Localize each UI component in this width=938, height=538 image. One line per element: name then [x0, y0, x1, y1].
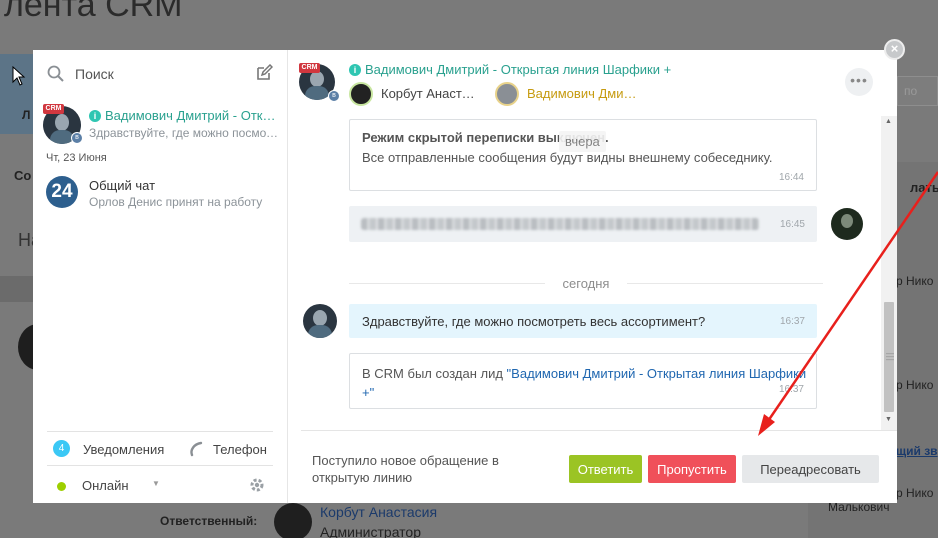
- responsible-role: Администратор: [320, 524, 422, 538]
- chat-title: i Вадимович Дмитрий - Открытая линия Шарф…: [89, 108, 279, 123]
- chat-header-title-text: Вадимович Дмитрий - Открытая линия Шарфи…: [365, 62, 672, 77]
- incoming-message: Здравствуйте, где можно посмотреть весь …: [349, 304, 817, 338]
- operator-avatar: [831, 208, 863, 240]
- chat-title: Общий чат: [89, 178, 156, 193]
- date-separator: Чт, 23 Июня: [46, 152, 107, 164]
- vk-icon: в: [328, 90, 340, 102]
- system-message-text: В CRM был создан лид "Вадимович Дмитрий …: [362, 364, 812, 402]
- message-list: Режим скрытой переписки выключен. Все от…: [289, 116, 897, 430]
- date-separator-label: сегодня: [562, 276, 610, 291]
- scroll-down-arrow-icon[interactable]: ▼: [885, 416, 892, 423]
- system-message: В CRM был создан лид "Вадимович Дмитрий …: [349, 353, 817, 409]
- info-icon: i: [349, 64, 361, 76]
- participant-name: Корбут Анастасия: [381, 86, 481, 101]
- chat-title-text: Вадимович Дмитрий - Открытая линия Шарфи…: [105, 108, 279, 123]
- responsible-label: Ответственный:: [160, 514, 258, 528]
- chat-list-item[interactable]: CRM в i Вадимович Дмитрий - Открытая лини…: [33, 104, 288, 148]
- notifications-link[interactable]: Уведомления: [83, 442, 164, 457]
- scroll-up-arrow-icon[interactable]: ▲: [885, 118, 892, 125]
- page-title: лента CRM: [4, 0, 183, 24]
- more-options-button[interactable]: •••: [845, 68, 873, 96]
- gear-icon[interactable]: [249, 477, 265, 493]
- message-time: 16:44: [778, 172, 804, 183]
- general-chat-avatar: 24: [46, 176, 78, 208]
- date-separator: сегодня: [349, 274, 823, 294]
- online-status-dot: [57, 482, 66, 491]
- responsible-avatar: [274, 503, 312, 538]
- status-selector[interactable]: Онлайн: [82, 478, 129, 493]
- mouse-cursor-icon: [12, 66, 26, 86]
- responsible-name[interactable]: Корбут Анастасия: [320, 504, 437, 520]
- messenger-dialog: CRM в i Вадимович Дмитрий - Открытая лини…: [33, 50, 897, 503]
- right-heading: лать: [910, 180, 938, 195]
- right-link[interactable]: щий зв: [896, 444, 938, 458]
- client-avatar: [303, 304, 337, 338]
- search-input[interactable]: [75, 64, 245, 84]
- chat-header-title[interactable]: i Вадимович Дмитрий - Открытая линия Шарф…: [349, 62, 671, 77]
- right-text: р Нико: [896, 378, 934, 392]
- phone-icon[interactable]: [188, 441, 206, 457]
- vk-icon: в: [71, 132, 83, 144]
- message-time: 16:45: [779, 219, 805, 230]
- notifications-count-badge: 4: [53, 440, 70, 457]
- recent-chats-panel: CRM в i Вадимович Дмитрий - Открытая лини…: [33, 50, 288, 503]
- search-bar: [33, 50, 288, 96]
- date-separator: вчера: [559, 131, 606, 152]
- crm-badge: CRM: [43, 104, 64, 114]
- info-icon: i: [89, 110, 101, 122]
- chat-last-message: Здравствуйте, где можно посмотреть весь …: [89, 126, 279, 140]
- chat-panel: CRM в i Вадимович Дмитрий - Открытая лини…: [289, 50, 897, 503]
- phone-link[interactable]: Телефон: [213, 442, 267, 457]
- chat-last-message: Орлов Денис принят на работу: [89, 195, 263, 209]
- chat-list-item[interactable]: 24 Общий чат Орлов Денис принят на работ…: [33, 174, 288, 216]
- avatar: [349, 82, 373, 106]
- right-search-input[interactable]: по: [897, 76, 938, 106]
- close-icon[interactable]: ×: [884, 39, 905, 60]
- skip-button[interactable]: Пропустить: [648, 455, 736, 483]
- participant-name: Вадимович Дмитрий: [527, 86, 637, 101]
- message-scrollbar[interactable]: ▲ — — — ▼: [881, 116, 897, 430]
- status-bar: Онлайн ▼: [47, 465, 273, 503]
- search-icon: [47, 65, 64, 82]
- message-text: Здравствуйте, где можно посмотреть весь …: [362, 314, 706, 329]
- message-time: 16:37: [778, 384, 804, 395]
- left-label: Со: [14, 168, 32, 183]
- scrollbar-thumb[interactable]: — — —: [884, 302, 894, 412]
- new-request-notice: Поступило новое обращение в открытую лин…: [312, 453, 499, 485]
- crm-notice-prefix: В CRM был создан лид: [362, 366, 507, 381]
- right-text: р Нико: [896, 274, 934, 288]
- message-time: 16:37: [779, 316, 805, 327]
- avatar: [495, 82, 519, 106]
- answer-button[interactable]: Ответить: [569, 455, 642, 483]
- chevron-down-icon[interactable]: ▼: [152, 479, 160, 488]
- compose-icon[interactable]: [255, 64, 273, 82]
- left-band: [0, 276, 33, 302]
- left-label: Л: [22, 108, 31, 122]
- forward-button[interactable]: Переадресовать: [742, 455, 879, 483]
- chat-action-bar: Поступило новое обращение в открытую лин…: [301, 430, 897, 503]
- blurred-message-text: [361, 218, 759, 230]
- right-text: р Нико: [896, 486, 934, 500]
- sidebar-footer-links: 4 Уведомления Телефон: [47, 431, 273, 464]
- crm-badge: CRM: [299, 63, 320, 73]
- outgoing-message: 16:45: [349, 206, 817, 242]
- system-message-text: Все отправленные сообщения будут видны в…: [362, 150, 773, 165]
- system-message: Режим скрытой переписки выключен. Все от…: [349, 119, 817, 191]
